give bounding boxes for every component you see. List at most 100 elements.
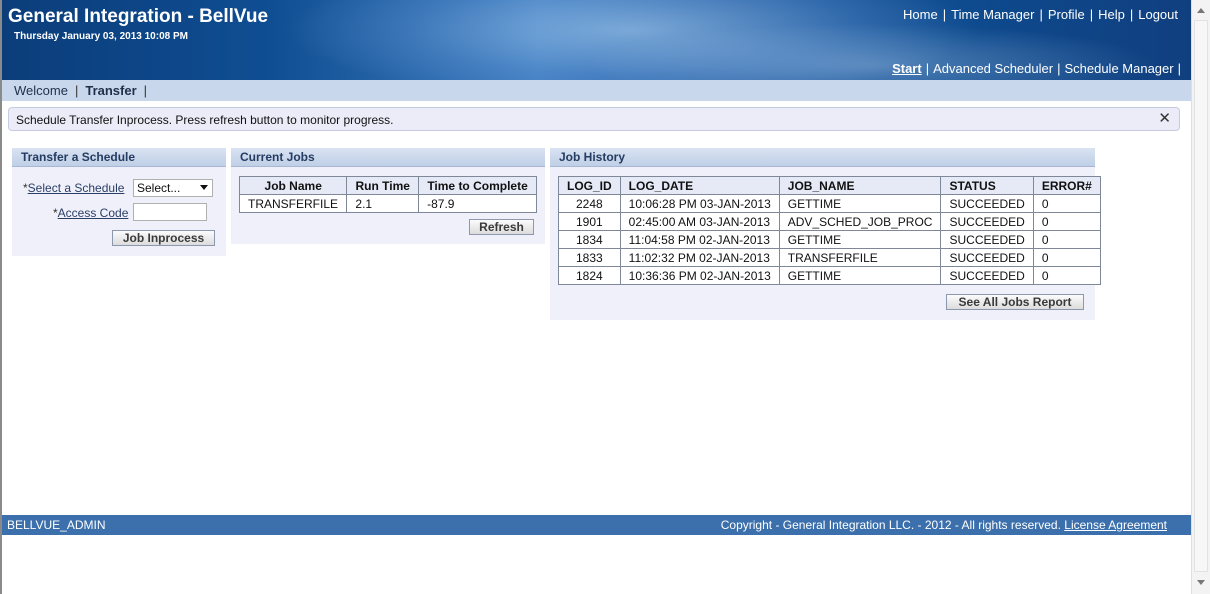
table-row: 2248 10:06:28 PM 03-JAN-2013 GETTIME SUC… xyxy=(558,194,1101,213)
job-history-table: LOG_ID LOG_DATE JOB_NAME STATUS ERROR# 2… xyxy=(558,176,1101,285)
app-title: General Integration - BellVue xyxy=(8,6,269,27)
help-link[interactable]: Help xyxy=(1098,7,1125,22)
table-cell: SUCCEEDED xyxy=(940,230,1034,249)
table-cell: 02:45:00 AM 03-JAN-2013 xyxy=(619,212,780,231)
app-header: General Integration - BellVue Thursday J… xyxy=(2,0,1191,80)
logout-link[interactable]: Logout xyxy=(1138,7,1178,22)
table-row: TRANSFERFILE 2.1 -87.9 xyxy=(238,194,537,213)
chevron-down-icon xyxy=(200,185,208,190)
table-header-row: LOG_ID LOG_DATE JOB_NAME STATUS ERROR# xyxy=(558,176,1101,195)
column-header: Run Time xyxy=(346,176,420,195)
table-cell: 0 xyxy=(1032,212,1101,231)
separator: | xyxy=(143,83,148,98)
scroll-down-icon[interactable] xyxy=(1197,580,1205,585)
panel-title: Transfer a Schedule xyxy=(12,148,226,167)
copyright-text: Copyright - General Integration LLC. - 2… xyxy=(720,518,1061,532)
copyright: Copyright - General Integration LLC. - 2… xyxy=(721,518,1167,532)
current-jobs-table: Job Name Run Time Time to Complete TRANS… xyxy=(238,176,537,213)
refresh-button[interactable]: Refresh xyxy=(469,219,534,235)
separator: | xyxy=(925,61,930,76)
schedule-select[interactable]: Select... xyxy=(133,179,213,197)
tab-bar: Welcome | Transfer | xyxy=(2,80,1191,101)
table-cell: -87.9 xyxy=(418,194,537,213)
scroll-up-icon[interactable] xyxy=(1197,8,1205,13)
table-header-row: Job Name Run Time Time to Complete xyxy=(238,176,537,195)
nav-schedule-manager[interactable]: Schedule Manager xyxy=(1064,61,1173,76)
table-row: 1901 02:45:00 AM 03-JAN-2013 ADV_SCHED_J… xyxy=(558,212,1101,231)
separator: | xyxy=(1089,7,1094,22)
tabs: Welcome | Transfer | xyxy=(14,83,154,98)
table-row: 1833 11:02:32 PM 02-JAN-2013 TRANSFERFIL… xyxy=(558,248,1101,267)
table-cell: GETTIME xyxy=(778,194,942,213)
table-cell: 0 xyxy=(1032,248,1101,267)
separator: | xyxy=(1129,7,1134,22)
table-cell: 10:36:36 PM 02-JAN-2013 xyxy=(619,266,780,285)
see-all-jobs-report-button[interactable]: See All Jobs Report xyxy=(946,294,1084,310)
select-schedule-label: *Select a Schedule xyxy=(23,181,124,195)
table-cell: 0 xyxy=(1032,266,1101,285)
column-header: JOB_NAME xyxy=(778,176,942,195)
table-cell: TRANSFERFILE xyxy=(238,194,348,213)
column-header: ERROR# xyxy=(1032,176,1101,195)
table-cell: GETTIME xyxy=(778,266,942,285)
column-header: LOG_DATE xyxy=(619,176,780,195)
table-cell: TRANSFERFILE xyxy=(778,248,942,267)
table-cell: 1834 xyxy=(558,230,621,249)
nav-advanced-scheduler[interactable]: Advanced Scheduler xyxy=(933,61,1053,76)
app-date: Thursday January 03, 2013 10:08 PM xyxy=(14,31,188,42)
column-header: LOG_ID xyxy=(558,176,621,195)
app-footer: BELLVUE_ADMIN Copyright - General Integr… xyxy=(2,515,1191,535)
nav-start[interactable]: Start xyxy=(892,61,922,76)
panel-title: Current Jobs xyxy=(231,148,545,167)
table-cell: 0 xyxy=(1032,194,1101,213)
select-schedule-label-text[interactable]: Select a Schedule xyxy=(28,181,125,195)
table-cell: SUCCEEDED xyxy=(940,266,1034,285)
table-cell: SUCCEEDED xyxy=(940,194,1034,213)
table-cell: SUCCEEDED xyxy=(940,212,1034,231)
job-history-panel: Job History LOG_ID LOG_DATE JOB_NAME STA… xyxy=(550,148,1101,320)
transfer-schedule-panel: Transfer a Schedule *Select a Schedule S… xyxy=(12,148,226,256)
table-cell: 11:04:58 PM 02-JAN-2013 xyxy=(619,230,780,249)
time-manager-link[interactable]: Time Manager xyxy=(951,7,1034,22)
separator: | xyxy=(1057,61,1061,76)
table-cell: 1833 xyxy=(558,248,621,267)
scrollbar-thumb[interactable] xyxy=(1194,20,1208,572)
separator: | xyxy=(1177,61,1181,76)
info-message-text: Schedule Transfer Inprocess. Press refre… xyxy=(16,113,394,127)
top-links: Home | Time Manager | Profile | Help | Logout xyxy=(903,7,1178,22)
panel-title: Job History xyxy=(550,148,1095,167)
table-cell: GETTIME xyxy=(778,230,942,249)
tab-transfer[interactable]: Transfer xyxy=(85,83,136,98)
table-cell: 11:02:32 PM 02-JAN-2013 xyxy=(619,248,780,267)
table-cell: 1824 xyxy=(558,266,621,285)
tab-welcome[interactable]: Welcome xyxy=(14,83,68,98)
main-nav: Start | Advanced Scheduler | Schedule Manage… xyxy=(892,61,1185,76)
close-icon[interactable]: ✕ xyxy=(1158,109,1171,127)
table-cell: 0 xyxy=(1032,230,1101,249)
table-row: 1824 10:36:36 PM 02-JAN-2013 GETTIME SUC… xyxy=(558,266,1101,285)
table-cell: 2.1 xyxy=(346,194,420,213)
access-code-label-text[interactable]: Access Code xyxy=(58,206,129,220)
separator: | xyxy=(942,7,947,22)
column-header: STATUS xyxy=(940,176,1034,195)
access-code-label: *Access Code xyxy=(53,206,128,220)
table-cell: ADV_SCHED_JOB_PROC xyxy=(778,212,942,231)
profile-link[interactable]: Profile xyxy=(1048,7,1085,22)
current-user: BELLVUE_ADMIN xyxy=(7,518,106,532)
table-cell: SUCCEEDED xyxy=(940,248,1034,267)
separator: | xyxy=(1039,7,1043,22)
schedule-select-value: Select... xyxy=(137,181,181,195)
table-cell: 1901 xyxy=(558,212,621,231)
table-cell: 2248 xyxy=(558,194,621,213)
column-header: Job Name xyxy=(238,176,348,195)
info-message: Schedule Transfer Inprocess. Press refre… xyxy=(8,107,1180,131)
current-jobs-panel: Current Jobs Job Name Run Time Time to C… xyxy=(231,148,545,244)
job-inprocess-button[interactable]: Job Inprocess xyxy=(112,230,215,246)
separator: | xyxy=(74,83,79,98)
access-code-input[interactable] xyxy=(133,203,207,221)
license-agreement-link[interactable]: License Agreement xyxy=(1064,518,1167,532)
column-header: Time to Complete xyxy=(418,176,537,195)
home-link[interactable]: Home xyxy=(903,7,938,22)
vertical-scrollbar[interactable] xyxy=(1191,0,1210,594)
table-row: 1834 11:04:58 PM 02-JAN-2013 GETTIME SUC… xyxy=(558,230,1101,249)
